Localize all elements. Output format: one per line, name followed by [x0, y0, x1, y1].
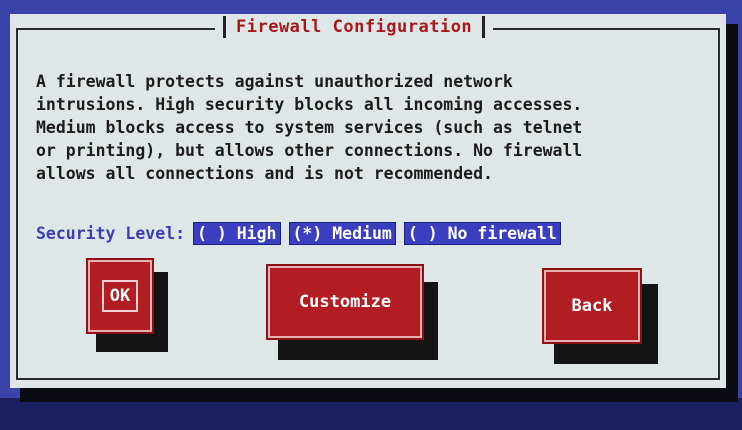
radio-medium[interactable]: (*) Medium — [288, 222, 396, 245]
ok-button[interactable]: OK — [86, 258, 154, 334]
screen-bottom-strip — [0, 398, 742, 430]
dialog-title: Firewall Configuration — [236, 17, 473, 37]
back-button[interactable]: Back — [542, 268, 642, 344]
title-right-bar — [482, 16, 486, 38]
radio-high[interactable]: ( ) High — [193, 222, 281, 245]
ok-button-label: OK — [101, 280, 139, 312]
firewall-dialog: Firewall Configuration A firewall protec… — [10, 14, 726, 388]
security-level-row: Security Level: ( ) High (*) Medium ( ) … — [36, 222, 569, 245]
customize-button-label: Customize — [298, 292, 392, 312]
back-button-label: Back — [571, 296, 613, 316]
dialog-title-bar: Firewall Configuration — [215, 16, 494, 38]
customize-button[interactable]: Customize — [266, 264, 424, 340]
dialog-description: A firewall protects against unauthorized… — [36, 72, 583, 183]
security-level-label: Security Level: — [36, 224, 186, 243]
radio-no-firewall[interactable]: ( ) No firewall — [403, 222, 561, 245]
